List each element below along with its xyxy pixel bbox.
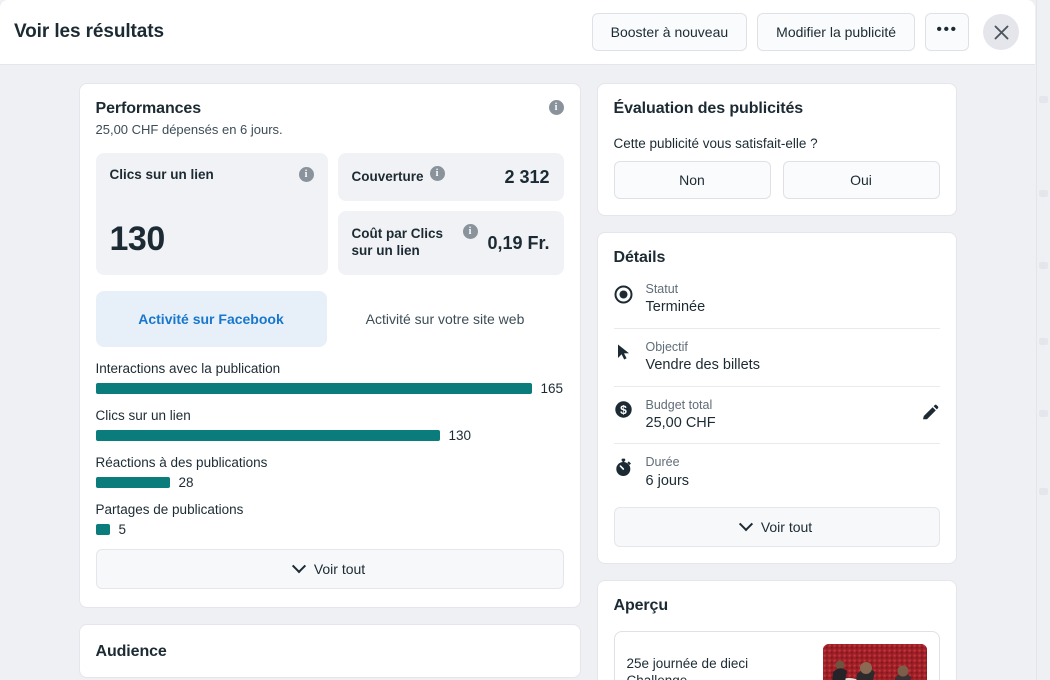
detail-value: 6 jours [645,472,690,489]
detail-label: Budget total [645,397,713,412]
background-page-sliver [1036,0,1050,680]
cursor-arrow-icon [614,342,634,362]
detail-value: Vendre des billets [645,357,760,374]
details-see-all-button[interactable]: Voir tout [613,507,940,548]
bar-fill [95,524,110,535]
header-actions: Booster à nouveau Modifier la publicité … [591,13,1019,51]
metric-tile-reach: Couverture i 2 312 [337,153,564,201]
metric-label-cost-per-click: Coût par Clics sur un lien [351,226,444,258]
status-circle-icon [614,284,634,304]
close-icon [994,25,1008,39]
detail-row-status: Statut Terminée [613,271,940,329]
detail-label: Statut [645,282,679,296]
details-title: Détails [613,249,666,266]
ad-rating-question: Cette publicité vous satisfait-elle ? [613,136,818,151]
bar-label: Réactions à des publications [95,455,268,470]
bar-fill [95,430,440,441]
tab-facebook-activity[interactable]: Activité sur Facebook [95,291,327,347]
tab-website-activity[interactable]: Activité sur votre site web [327,291,564,347]
activity-tabs: Activité sur Facebook Activité sur votre… [95,291,564,347]
close-button[interactable] [983,14,1019,50]
ad-rating-card: Évaluation des publicités Cette publicit… [596,83,957,216]
stopwatch-icon [614,457,634,477]
modal-body: Performances 25,00 CHF dépensés en 6 jou… [0,65,1035,680]
performance-see-all-label: Voir tout [313,561,366,577]
edit-budget-button[interactable] [920,404,940,427]
metric-value-link-clicks: 130 [109,220,166,258]
preview-card: Aperçu 25e journée de dieci Challenge [596,580,957,680]
details-card: Détails Statut Terminée Objectif Vendre … [596,232,957,565]
rating-no-button[interactable]: Non [613,161,771,199]
page-title: Voir les résultats [14,21,164,42]
preview-item-text: 25e journée de dieci Challenge [626,655,749,680]
metric-value-reach: 2 312 [504,166,550,187]
performance-header: Performances 25,00 CHF dépensés en 6 jou… [96,100,564,137]
bar-value: 130 [448,428,472,443]
detail-row-budget: $ Budget total 25,00 CHF [613,387,940,445]
rating-yes-button[interactable]: Oui [782,161,940,199]
app-root: Voir les résultats Booster à nouveau Mod… [0,0,1050,680]
link-clicks-info-icon[interactable]: i [298,167,314,182]
metric-label-link-clicks: Clics sur un lien [109,167,214,182]
cost-per-click-info-icon[interactable]: i [462,224,478,239]
ad-rating-buttons: Non Oui [613,161,940,199]
left-column: Performances 25,00 CHF dépensés en 6 jou… [78,83,581,680]
metric-tile-link-clicks: Clics sur un lien i 130 [95,153,328,275]
reach-info-icon[interactable]: i [429,166,445,181]
edit-ad-button[interactable]: Modifier la publicité [757,13,915,51]
bar-fill [95,383,532,394]
stadium-photo [822,644,927,680]
audience-title: Audience [95,643,167,660]
detail-row-duration: Durée 6 jours [614,444,940,501]
preview-title: Aperçu [613,597,669,615]
bar-value: 28 [178,475,194,490]
bar-row: Interactions avec la publication 165 [95,361,564,396]
svg-text:$: $ [620,403,627,417]
performance-subtitle: 25,00 CHF dépensés en 6 jours. [95,122,283,137]
metric-label-reach: Couverture [351,168,424,184]
chevron-down-icon [291,559,306,574]
chevron-down-icon [738,517,753,532]
ad-rating-title: Évaluation des publicités [613,100,804,117]
right-column: Évaluation des publicités Cette publicit… [596,83,957,680]
results-modal: Voir les résultats Booster à nouveau Mod… [0,0,1035,680]
detail-value: 25,00 CHF [645,414,716,431]
details-see-all-label: Voir tout [760,519,813,536]
bar-label: Clics sur un lien [95,408,191,423]
bar-value: 165 [540,381,564,396]
performance-card: Performances 25,00 CHF dépensés en 6 jou… [78,83,581,608]
performance-info-icon[interactable]: i [548,100,564,115]
bar-row: Partages de publications 5 [95,502,564,537]
bar-label: Partages de publications [95,502,244,517]
detail-value: Terminée [645,299,706,316]
bar-row: Clics sur un lien 130 [95,408,564,443]
modal-header: Voir les résultats Booster à nouveau Mod… [0,0,1035,65]
activity-bar-chart: Interactions avec la publication 165 Cli… [95,361,564,537]
bar-fill [95,477,170,488]
dollar-coin-icon: $ [614,400,634,420]
audience-card: Audience [78,624,581,678]
boost-again-button[interactable]: Booster à nouveau [591,13,748,51]
metric-tile-cost-per-click: Coût par Clics sur un lien i 0,19 Fr. [337,211,564,275]
bar-value: 5 [118,522,127,537]
performance-title: Performances [95,100,202,117]
preview-item[interactable]: 25e journée de dieci Challenge [613,631,940,680]
preview-thumbnail [822,644,927,680]
metrics-group: Clics sur un lien i 130 Couverture i 2 3… [95,153,564,275]
more-options-button[interactable]: ••• [925,13,969,51]
bar-label: Interactions avec la publication [95,361,281,376]
detail-label: Objectif [645,339,688,354]
pencil-icon [922,404,938,419]
detail-row-objective: Objectif Vendre des billets [613,329,940,387]
detail-label: Durée [645,455,680,470]
bar-row: Réactions à des publications 28 [95,455,564,490]
performance-see-all-button[interactable]: Voir tout [95,549,564,589]
metric-value-cost-per-click: 0,19 Fr. [487,232,550,253]
